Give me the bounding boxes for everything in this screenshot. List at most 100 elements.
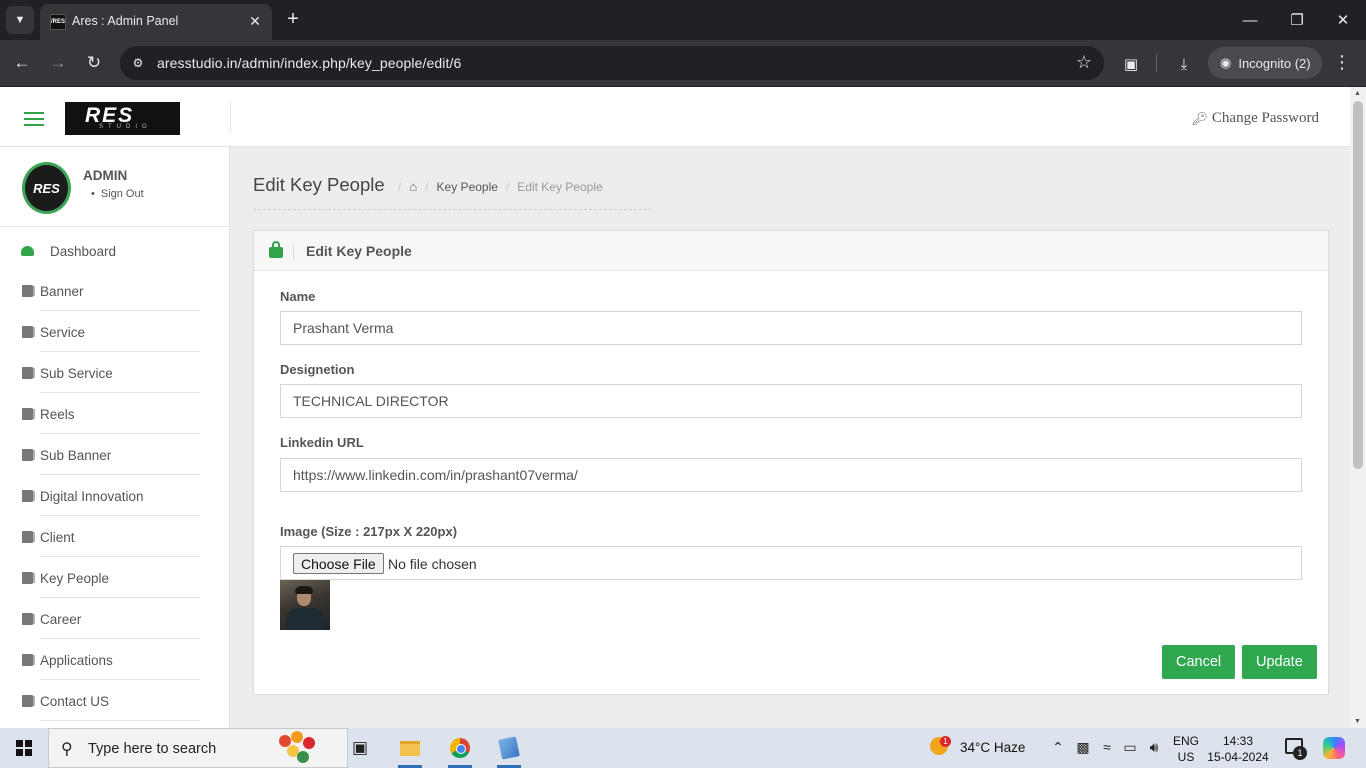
meet-now-icon[interactable]: ▩ xyxy=(1073,739,1093,756)
tab-close-icon[interactable]: ✕ xyxy=(246,12,264,30)
sidebar-item-key-people[interactable]: Key People xyxy=(0,557,229,598)
page-title: Edit Key People xyxy=(253,174,385,195)
site-info-icon[interactable]: ⚙ xyxy=(128,53,148,73)
sidebar-item-label: Key People xyxy=(40,571,110,586)
sidebar-item-digital-innovation[interactable]: Digital Innovation xyxy=(0,475,229,516)
linkedin-url-input[interactable] xyxy=(280,458,1302,492)
ares-logo[interactable]: RES STUDIO xyxy=(65,102,180,135)
scroll-up-arrow-icon[interactable]: ▲ xyxy=(1354,90,1361,97)
sidebar-item-banner[interactable]: Banner xyxy=(0,270,229,311)
sidebar-item-reels[interactable]: Reels xyxy=(0,393,229,434)
back-arrow-icon[interactable]: ← xyxy=(9,50,35,76)
scroll-thumb[interactable] xyxy=(1353,101,1363,469)
forward-arrow-icon[interactable]: → xyxy=(45,50,71,76)
sidebar-item-sub-service[interactable]: Sub Service xyxy=(0,352,229,393)
box-header: Edit Key People xyxy=(254,231,1328,271)
sidebar-item-career[interactable]: Career xyxy=(0,598,229,639)
update-button[interactable]: Update xyxy=(1242,645,1317,679)
battery-icon[interactable]: ▭ xyxy=(1120,739,1140,756)
image-label: Image (Size : 217px X 220px) xyxy=(280,524,458,539)
book-icon xyxy=(22,572,35,584)
favicon-icon: /RES xyxy=(50,14,66,30)
copilot-icon[interactable] xyxy=(1323,737,1345,759)
sign-out-link[interactable]: Sign Out xyxy=(91,188,144,200)
reload-icon[interactable]: ↻ xyxy=(81,50,107,76)
chrome-icon[interactable] xyxy=(440,728,480,768)
restore-icon[interactable]: ❐ xyxy=(1282,8,1312,32)
book-icon xyxy=(22,695,35,707)
url-text[interactable]: aresstudio.in/admin/index.php/key_people… xyxy=(157,55,461,71)
breadcrumb-key-people[interactable]: Key People xyxy=(437,180,498,194)
sidebar-item-client[interactable]: Client xyxy=(0,516,229,557)
home-icon[interactable]: ⌂ xyxy=(409,179,417,194)
no-file-text: No file chosen xyxy=(388,556,477,572)
windows-start-icon[interactable] xyxy=(16,740,32,756)
tab-search-chevron-icon[interactable]: ▼ xyxy=(6,6,34,34)
sidebar-menu: Dashboard Banner Service Sub Service Ree… xyxy=(0,229,229,721)
book-icon xyxy=(22,654,35,666)
hamburger-menu-icon[interactable] xyxy=(24,112,44,126)
lock-icon xyxy=(269,241,283,258)
wifi-icon[interactable]: ≈ xyxy=(1097,739,1117,755)
sidebar-item-label: Reels xyxy=(40,407,75,422)
sidebar-item-contact-us[interactable]: Contact US xyxy=(0,680,229,721)
edit-key-people-box: Edit Key People Name Designetion Linkedi… xyxy=(253,230,1329,695)
browser-tab[interactable]: /RES Ares : Admin Panel ✕ xyxy=(40,4,272,40)
sidebar-item-label: Contact US xyxy=(40,694,110,709)
book-icon xyxy=(22,326,35,338)
volume-icon[interactable]: 🔊︎ xyxy=(1144,739,1164,756)
change-password-label: Change Password xyxy=(1211,110,1319,126)
minimize-icon[interactable]: — xyxy=(1235,8,1265,32)
change-password-link[interactable]: 🔑︎ Change Password xyxy=(1191,110,1319,127)
choose-file-button[interactable]: Choose File xyxy=(293,553,384,574)
bookmark-star-icon[interactable]: ☆ xyxy=(1076,52,1092,73)
book-icon xyxy=(22,408,35,420)
designation-input[interactable] xyxy=(280,384,1302,418)
language-indicator[interactable]: ENG US xyxy=(1173,733,1199,765)
browser-toolbar: ← → ↻ ⚙ aresstudio.in/admin/index.php/ke… xyxy=(0,40,1366,86)
sidebar-item-label: Dashboard xyxy=(50,244,117,259)
sidebar-item-applications[interactable]: Applications xyxy=(0,639,229,680)
search-icon: ⚲ xyxy=(61,741,73,758)
sidebar-item-sub-banner[interactable]: Sub Banner xyxy=(0,434,229,475)
dashboard-icon xyxy=(21,246,34,256)
show-hidden-icons-chevron-icon[interactable]: ⌃ xyxy=(1048,739,1068,756)
clock[interactable]: 14:33 15-04-2024 xyxy=(1205,733,1271,765)
notepad-icon[interactable] xyxy=(489,728,529,768)
incognito-button[interactable]: ◉ Incognito (2) xyxy=(1208,47,1322,79)
person-photo-thumbnail xyxy=(280,580,330,630)
topbar-divider xyxy=(230,102,231,132)
tab-title: Ares : Admin Panel xyxy=(72,14,179,28)
task-view-icon[interactable]: ▣ xyxy=(340,728,380,768)
page-scrollbar[interactable]: ▲ ▼ xyxy=(1350,87,1366,728)
file-explorer-icon[interactable] xyxy=(390,728,430,768)
sidebar-item-label: Applications xyxy=(40,653,113,668)
extensions-icon[interactable]: ▣ xyxy=(1119,52,1143,76)
breadcrumb: / ⌂ / Key People / Edit Key People xyxy=(390,179,603,194)
sidebar-item-label: Sub Banner xyxy=(40,448,112,463)
image-file-input: Choose File No file chosen xyxy=(280,546,1302,580)
book-icon xyxy=(22,490,35,502)
sidebar-item-label: Banner xyxy=(40,284,84,299)
window-close-icon[interactable]: ✕ xyxy=(1328,8,1358,32)
sidebar-item-service[interactable]: Service xyxy=(0,311,229,352)
book-icon xyxy=(22,613,35,625)
sidebar-item-dashboard[interactable]: Dashboard xyxy=(0,229,229,270)
weather-text[interactable]: 34°C Haze xyxy=(960,740,1025,755)
download-icon[interactable]: ⤓ xyxy=(1172,52,1196,76)
new-tab-plus-icon[interactable]: + xyxy=(280,6,306,32)
book-icon xyxy=(22,285,35,297)
admin-topbar: RES STUDIO 🔑︎ Change Password xyxy=(0,87,1350,147)
breadcrumb-current: Edit Key People xyxy=(517,179,603,194)
taskbar-search-box[interactable]: ⚲ Type here to search xyxy=(48,728,348,768)
incognito-icon: ◉ xyxy=(1220,55,1232,70)
browser-menu-icon[interactable]: ⋮ xyxy=(1332,52,1352,73)
scroll-down-arrow-icon[interactable]: ▼ xyxy=(1354,718,1361,725)
lang-top: ENG xyxy=(1173,734,1200,748)
name-input[interactable] xyxy=(280,311,1302,345)
address-bar[interactable]: ⚙ aresstudio.in/admin/index.php/key_peop… xyxy=(120,46,1104,80)
cancel-button[interactable]: Cancel xyxy=(1162,645,1236,679)
search-highlight-art xyxy=(275,731,319,767)
sidebar: RES ADMIN Sign Out Dashboard Banner Serv… xyxy=(0,147,230,728)
box-header-divider xyxy=(293,243,294,260)
